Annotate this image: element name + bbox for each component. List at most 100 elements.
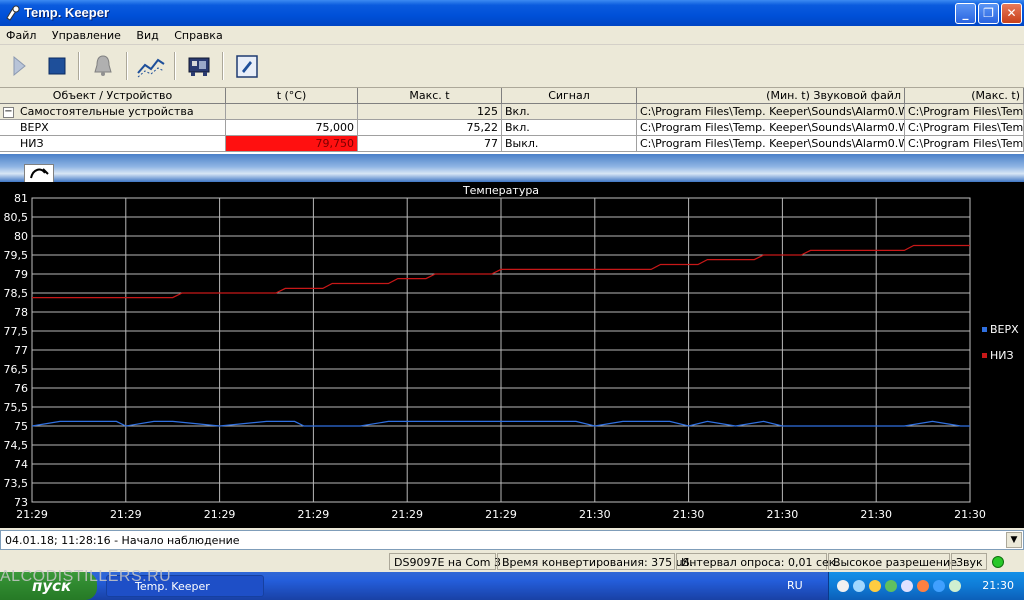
row-temp: 75,000 (226, 120, 358, 136)
bell-icon[interactable] (88, 51, 118, 81)
tray-icons[interactable] (835, 578, 975, 594)
y-tick-label: 80,5 (4, 211, 29, 224)
y-tick-label: 81 (14, 192, 28, 205)
play-icon[interactable] (4, 51, 34, 81)
chart-icon[interactable] (136, 51, 166, 81)
chart-svg: Температура7373,57474,57575,57676,57777,… (4, 184, 1020, 521)
status-resolution: Высокое разрешение (828, 553, 957, 570)
group-max: 125 (358, 104, 502, 120)
dropdown-arrow-icon[interactable]: ▼ (1006, 532, 1022, 548)
col-header-max-file[interactable]: (Макс. t) (905, 88, 1024, 104)
log-line: 04.01.18; 11:28:16 - Начало наблюдение (5, 534, 240, 547)
collapse-icon[interactable]: − (3, 107, 14, 118)
x-tick-label: 21:30 (673, 508, 705, 521)
menu-bar: Файл Управление Вид Справка (0, 26, 1024, 45)
y-tick-label: 80 (14, 230, 28, 243)
settings-icon[interactable] (232, 51, 262, 81)
y-tick-label: 76,5 (4, 363, 29, 376)
group-min-file: C:\Program Files\Temp. Keeper\Sounds\Ala… (637, 104, 905, 120)
group-name-cell: − Самостоятельные устройства (0, 104, 226, 120)
y-tick-label: 78 (14, 306, 28, 319)
row-max: 77 (358, 136, 502, 152)
sound-indicator-icon (992, 556, 1004, 568)
y-tick-label: 79,5 (4, 249, 29, 262)
close-button[interactable]: ✕ (1001, 3, 1022, 24)
toolbar-separator (78, 52, 80, 80)
toolbar-separator (126, 52, 128, 80)
y-tick-label: 78,5 (4, 287, 29, 300)
y-tick-label: 73,5 (4, 477, 29, 490)
legend-label: ВЕРХ (990, 323, 1019, 336)
table-row[interactable]: ВЕРХ 75,000 75,22 Вкл. C:\Program Files\… (0, 120, 1024, 136)
y-tick-label: 74,5 (4, 439, 29, 452)
y-tick-label: 76 (14, 382, 28, 395)
col-header-min-file[interactable]: (Мин. t) Звуковой файл (637, 88, 905, 104)
row-min-file: C:\Program Files\Temp. Keeper\Sounds\Ala… (637, 136, 905, 152)
window-title: Temp. Keeper (24, 5, 110, 20)
language-indicator[interactable]: RU (787, 579, 803, 592)
chart-tab[interactable] (24, 164, 54, 182)
stop-icon[interactable] (42, 51, 72, 81)
y-tick-label: 79 (14, 268, 28, 281)
clock: 21:30 (982, 579, 1014, 592)
x-tick-label: 21:29 (204, 508, 236, 521)
table-row[interactable]: НИЗ 79,750 77 Выкл. C:\Program Files\Tem… (0, 136, 1024, 152)
event-log-combo[interactable]: 04.01.18; 11:28:16 - Начало наблюдение ▼ (0, 530, 1024, 550)
group-max-file: C:\Program Files\Temp. (905, 104, 1024, 120)
row-max-file: C:\Program Files\Temp. (905, 120, 1024, 136)
main-window: Temp. Keeper _ ❐ ✕ Файл Управление Вид С… (0, 0, 1024, 572)
app-icon (6, 5, 20, 21)
menu-help[interactable]: Справка (168, 26, 228, 42)
col-header-max[interactable]: Макс. t (358, 88, 502, 104)
row-max-file: C:\Program Files\Temp. (905, 136, 1024, 152)
device-table: Объект / Устройство t (°C) Макс. t Сигна… (0, 88, 1024, 154)
legend-swatch (982, 327, 987, 332)
toolbar-separator (174, 52, 176, 80)
x-tick-label: 21:29 (391, 508, 423, 521)
x-tick-label: 21:29 (298, 508, 330, 521)
group-name: Самостоятельные устройства (20, 105, 194, 118)
row-signal: Вкл. (502, 120, 637, 136)
toolbar-separator (222, 52, 224, 80)
y-tick-label: 75 (14, 420, 28, 433)
watermark-text: ALCODISTILLERS.RU (0, 568, 172, 585)
row-name: ВЕРХ (0, 120, 226, 136)
title-bar[interactable]: Temp. Keeper _ ❐ ✕ (0, 0, 1024, 26)
chart-title: Температура (462, 184, 539, 197)
y-tick-label: 77,5 (4, 325, 29, 338)
group-temp (226, 104, 358, 120)
x-tick-label: 21:30 (860, 508, 892, 521)
row-min-file: C:\Program Files\Temp. Keeper\Sounds\Ala… (637, 120, 905, 136)
col-header-temp[interactable]: t (°C) (226, 88, 358, 104)
x-tick-label: 21:29 (485, 508, 517, 521)
table-group-row[interactable]: − Самостоятельные устройства 125 Вкл. C:… (0, 104, 1024, 120)
toolbar (0, 46, 1024, 88)
row-max: 75,22 (358, 120, 502, 136)
y-tick-label: 77 (14, 344, 28, 357)
system-tray: 21:30 (828, 572, 1024, 600)
row-signal: Выкл. (502, 136, 637, 152)
row-name: НИЗ (0, 136, 226, 152)
table-header-row: Объект / Устройство t (°C) Макс. t Сигна… (0, 88, 1024, 104)
menu-control[interactable]: Управление (46, 26, 127, 42)
col-header-signal[interactable]: Сигнал (502, 88, 637, 104)
status-sound: Звук (951, 553, 987, 570)
sky-strip (0, 154, 1024, 182)
x-tick-label: 21:29 (110, 508, 142, 521)
device-icon[interactable] (184, 51, 214, 81)
status-device: DS9097E на Com 3 (389, 553, 501, 570)
maximize-button[interactable]: ❐ (978, 3, 999, 24)
menu-view[interactable]: Вид (130, 26, 164, 42)
x-tick-label: 21:30 (579, 508, 611, 521)
col-header-object[interactable]: Объект / Устройство (0, 88, 226, 104)
minimize-button[interactable]: _ (955, 3, 976, 24)
status-convert-time: Время конвертирования: 375 uS. (497, 553, 693, 570)
status-interval: Интервал опроса: 0,01 сек. (676, 553, 839, 570)
group-signal: Вкл. (502, 104, 637, 120)
legend-label: НИЗ (990, 349, 1014, 362)
menu-file[interactable]: Файл (0, 26, 42, 42)
x-tick-label: 21:30 (767, 508, 799, 521)
x-tick-label: 21:29 (16, 508, 48, 521)
row-temp-alarm: 79,750 (226, 136, 358, 152)
y-tick-label: 75,5 (4, 401, 29, 414)
